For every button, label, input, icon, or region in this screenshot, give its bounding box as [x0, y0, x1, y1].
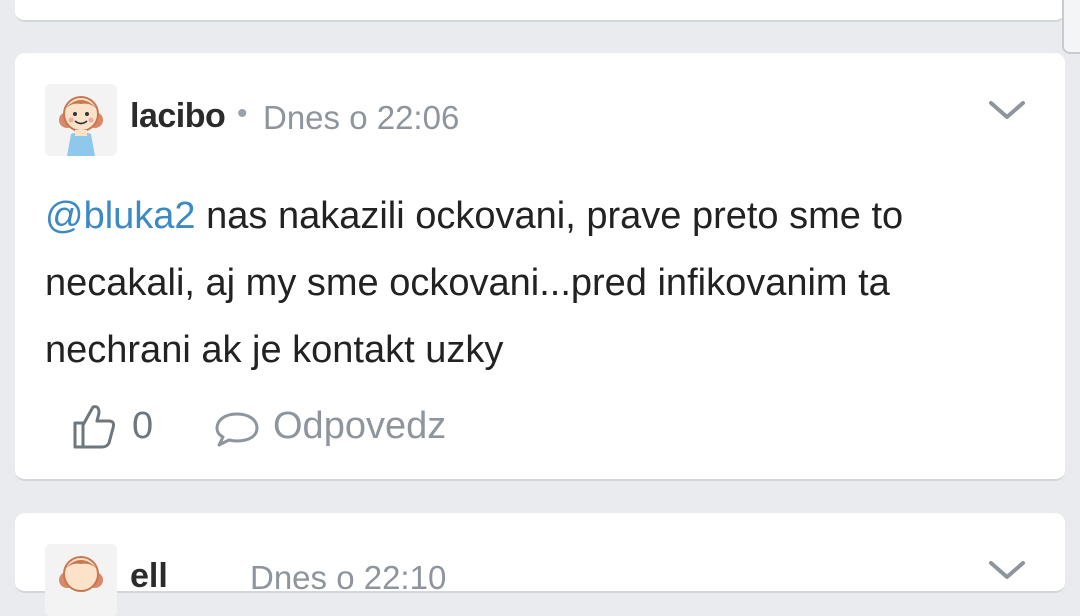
chevron-down-icon [989, 561, 1025, 579]
like-button[interactable] [71, 401, 117, 451]
meta-separator: • [237, 97, 248, 130]
reply-label: Odpovedz [273, 405, 447, 447]
speech-bubble-icon [215, 412, 259, 447]
avatar[interactable] [45, 544, 117, 616]
next-comment-card: ell Dnes o 22:10 [15, 513, 1065, 616]
next-comment-timestamp: Dnes o 22:10 [250, 559, 447, 596]
thumbs-up-icon [73, 405, 115, 449]
comment-timestamp: Dnes o 22:06 [263, 99, 460, 136]
comment-username[interactable]: lacibo [130, 97, 226, 136]
previous-comment-card [15, 0, 1065, 22]
scroll-handle[interactable] [1062, 0, 1080, 54]
comment-body: @bluka2 nas nakazili ockovani, prave pre… [45, 183, 1035, 384]
avatar-girl-icon [45, 84, 117, 156]
comment-menu-button[interactable] [985, 93, 1029, 127]
next-comment-menu-button[interactable] [985, 553, 1029, 587]
mention-link[interactable]: @bluka2 [45, 195, 196, 237]
avatar[interactable] [45, 84, 117, 156]
comment-card: lacibo • Dnes o 22:06 @bluka2 nas nakazi… [15, 53, 1065, 481]
chevron-down-icon [989, 101, 1025, 119]
avatar-girl-icon [45, 544, 117, 616]
like-count: 0 [132, 405, 154, 447]
next-comment-username[interactable]: ell [130, 557, 168, 596]
